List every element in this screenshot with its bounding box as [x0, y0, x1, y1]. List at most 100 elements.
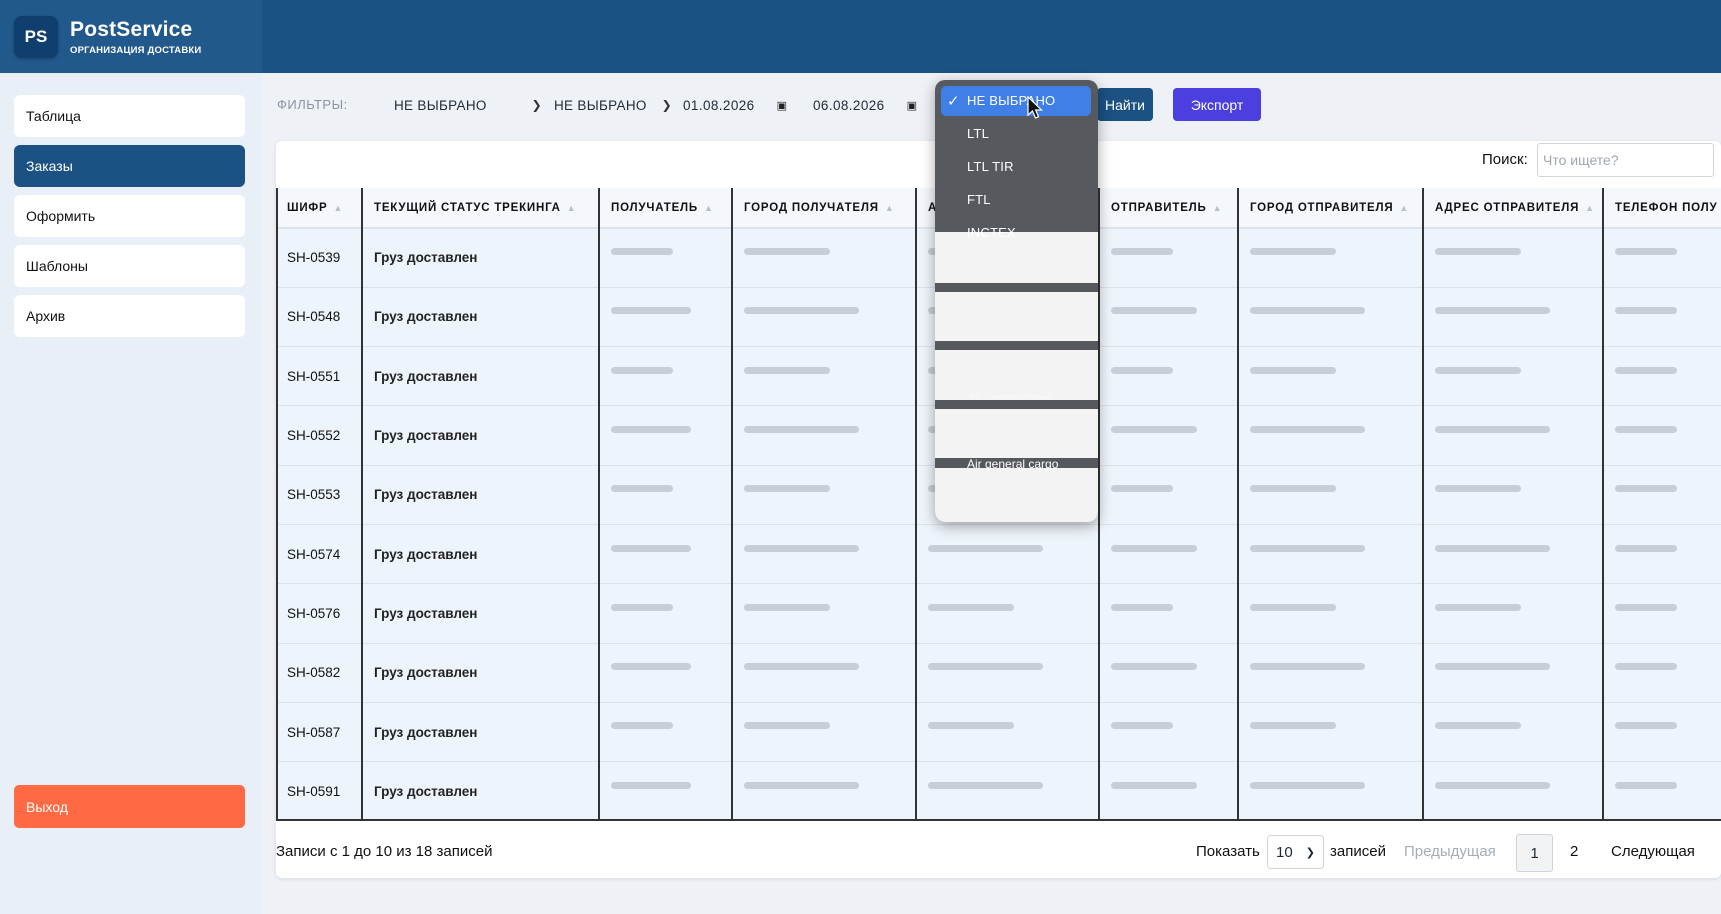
dropdown-option-ftl[interactable]: FTL — [967, 192, 991, 207]
cell-placeholder — [1423, 346, 1604, 406]
loading-placeholder — [928, 782, 1043, 789]
pagination-page-1[interactable]: 1 — [1516, 834, 1553, 872]
table-row[interactable]: SH-0576 Груз доставлен — [276, 583, 1721, 644]
date-to-input[interactable]: 06.08.2026 ▣ — [813, 88, 917, 122]
table-row[interactable]: SH-0591 Груз доставлен — [276, 761, 1721, 821]
sort-icon: ▲ — [1399, 202, 1410, 213]
cell-status: Груз доставлен — [362, 405, 600, 466]
dropdown-option-ltl-tir[interactable]: LTL TIR — [967, 159, 1014, 174]
cell-placeholder — [599, 405, 733, 466]
loading-placeholder — [1615, 425, 1677, 433]
loading-placeholder — [611, 663, 691, 671]
sidebar-item-templates[interactable]: Шаблоны — [14, 245, 245, 287]
cell-code: SH-0576 — [276, 583, 363, 644]
column-header-sender[interactable]: ОТПРАВИТЕЛЬ ▲ — [1099, 188, 1239, 228]
cell-status: Груз доставлен — [362, 523, 600, 584]
cell-placeholder — [1423, 761, 1604, 821]
loading-placeholder — [1111, 722, 1173, 730]
cell-status: Груз доставлен — [362, 701, 600, 762]
cell-code: SH-0552 — [276, 405, 363, 466]
transport-type-dropdown: ✓ НЕ ВЫБРАНО LTL LTL TIR FTL INCTEX Air … — [935, 80, 1098, 522]
date-from-input[interactable]: 01.08.2026 ▣ — [683, 88, 787, 122]
loading-placeholder — [1615, 663, 1677, 671]
cell-placeholder — [1099, 464, 1239, 525]
loading-placeholder — [1435, 663, 1550, 671]
sidebar-item-orders[interactable]: Заказы — [14, 145, 245, 187]
loading-placeholder — [1615, 307, 1677, 315]
calendar-icon[interactable]: ▣ — [777, 99, 788, 112]
calendar-icon[interactable]: ▣ — [907, 99, 918, 112]
cell-placeholder — [1423, 523, 1604, 584]
filter-select-1[interactable]: НЕ ВЫБРАНО ❯ — [394, 88, 542, 122]
search-input[interactable] — [1537, 143, 1714, 177]
cell-placeholder — [732, 523, 917, 584]
chevron-down-icon: ❯ — [531, 98, 542, 112]
sidebar-item-create[interactable]: Оформить — [14, 195, 245, 237]
cell-status: Груз доставлен — [362, 464, 600, 525]
column-header-status[interactable]: ТЕКУЩИЙ СТАТУС ТРЕКИНГА ▲ — [362, 188, 600, 228]
column-header-recipient-phone[interactable]: ТЕЛЕФОН ПОЛУ — [1603, 188, 1721, 228]
cell-placeholder — [916, 583, 1100, 644]
column-header-sender-address[interactable]: АДРЕС ОТПРАВИТЕЛЯ ▲ — [1423, 188, 1604, 228]
cell-placeholder — [1603, 523, 1721, 584]
loading-placeholder — [1250, 603, 1336, 611]
loading-placeholder — [1111, 603, 1173, 611]
pagination-previous[interactable]: Предыдущая — [1404, 843, 1496, 860]
cell-placeholder — [732, 761, 917, 821]
cell-placeholder — [599, 701, 733, 762]
loading-placeholder — [611, 782, 691, 789]
cell-placeholder — [1603, 701, 1721, 762]
cell-placeholder — [599, 286, 733, 347]
cell-placeholder — [916, 701, 1100, 762]
dropdown-stripe — [935, 400, 1098, 409]
filter-select-2[interactable]: НЕ ВЫБРАНО ❯ — [554, 88, 672, 122]
cell-placeholder — [1099, 405, 1239, 466]
cell-placeholder — [1603, 464, 1721, 525]
loading-placeholder — [1111, 307, 1197, 315]
cell-placeholder — [732, 583, 917, 644]
cell-code: SH-0574 — [276, 523, 363, 584]
column-header-code[interactable]: ШИФР ▲ — [276, 188, 363, 228]
export-button[interactable]: Экспорт — [1173, 88, 1261, 121]
cell-placeholder — [599, 583, 733, 644]
column-header-recipient-city[interactable]: ГОРОД ПОЛУЧАТЕЛЯ ▲ — [732, 188, 917, 228]
cell-placeholder — [732, 226, 917, 288]
cell-placeholder — [1423, 226, 1604, 288]
sort-icon: ▲ — [1585, 202, 1595, 213]
sidebar-item-archive[interactable]: Архив — [14, 295, 245, 337]
pagination-page-2[interactable]: 2 — [1570, 843, 1578, 860]
cell-code: SH-0591 — [276, 761, 363, 821]
cell-placeholder — [599, 464, 733, 525]
dropdown-option-air-general-cargo[interactable]: Air general cargo — [967, 457, 1058, 471]
brand-subtitle: ОРГАНИЗАЦИЯ ДОСТАВКИ — [70, 44, 202, 56]
cell-placeholder — [732, 286, 917, 347]
sidebar-item-table[interactable]: Таблица — [14, 95, 245, 137]
pagination-next[interactable]: Следующая — [1611, 843, 1695, 860]
cell-placeholder — [1603, 286, 1721, 347]
logout-button[interactable]: Выход — [14, 785, 245, 828]
loading-placeholder — [611, 248, 673, 256]
loading-placeholder — [744, 722, 830, 730]
cell-placeholder — [1423, 701, 1604, 762]
loading-placeholder — [1111, 485, 1173, 493]
find-button[interactable]: Найти — [1097, 88, 1153, 121]
column-header-sender-city[interactable]: ГОРОД ОТПРАВИТЕЛЯ ▲ — [1238, 188, 1424, 228]
sort-icon: ▲ — [566, 202, 577, 213]
page-length-select[interactable]: 10 ❯ — [1267, 835, 1324, 869]
loading-placeholder — [1615, 544, 1677, 552]
loading-placeholder — [1615, 248, 1677, 256]
table-row[interactable]: SH-0582 Груз доставлен — [276, 642, 1721, 703]
loading-placeholder — [1111, 425, 1197, 433]
cell-status: Груз доставлен — [362, 226, 600, 288]
loading-placeholder — [1435, 782, 1550, 789]
cell-code: SH-0548 — [276, 286, 363, 347]
loading-placeholder — [928, 544, 1043, 552]
column-header-recipient[interactable]: ПОЛУЧАТЕЛЬ ▲ — [599, 188, 733, 228]
loading-placeholder — [1615, 782, 1677, 789]
table-row[interactable]: SH-0574 Груз доставлен — [276, 523, 1721, 584]
dropdown-option-ltl[interactable]: LTL — [967, 126, 989, 141]
table-row[interactable]: SH-0587 Груз доставлен — [276, 701, 1721, 762]
loading-placeholder — [1435, 603, 1521, 611]
cell-placeholder — [1099, 761, 1239, 821]
loading-placeholder — [1250, 307, 1365, 315]
